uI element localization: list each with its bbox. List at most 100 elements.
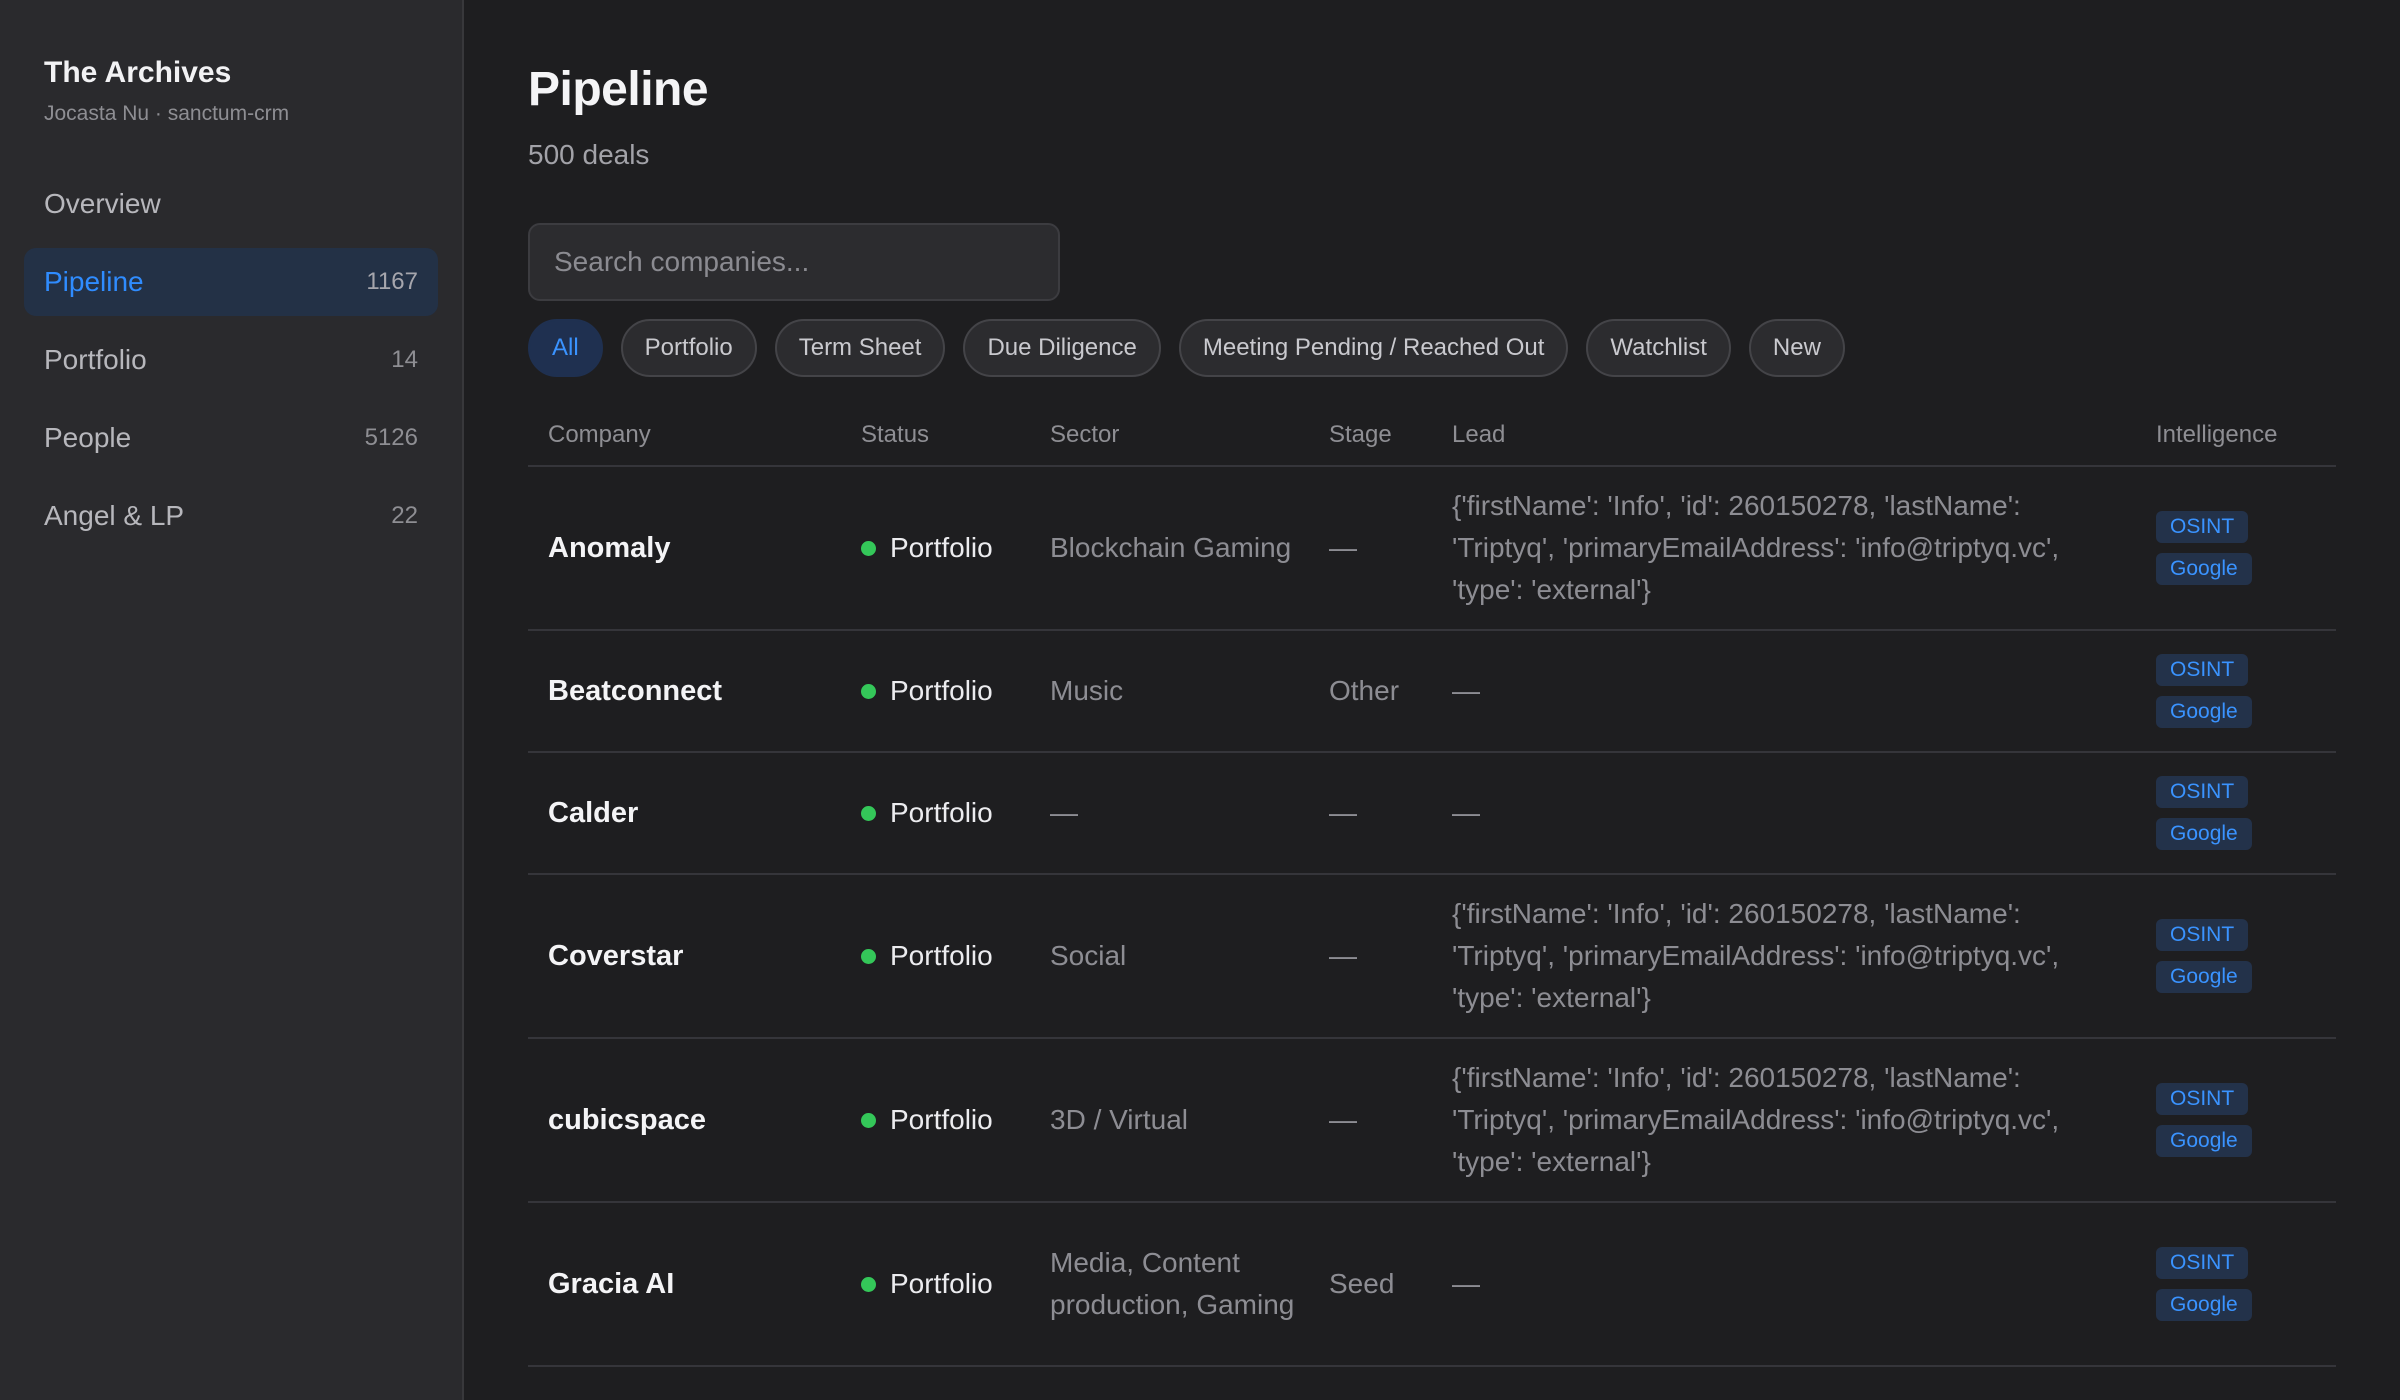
table-row[interactable]: Coverstar Portfolio Social — {'firstName… (528, 875, 2336, 1039)
google-badge[interactable]: Google (2156, 1289, 2252, 1321)
column-header-stage[interactable]: Stage (1329, 421, 1452, 449)
table-row[interactable]: Calder Portfolio — — — OSINT Google (528, 753, 2336, 875)
lead-cell: — (1452, 675, 1480, 706)
column-header-status[interactable]: Status (861, 421, 1050, 449)
table-row[interactable]: Gracia AI Portfolio Media, Content produ… (528, 1203, 2336, 1367)
stage-cell: — (1329, 1104, 1357, 1135)
table-row[interactable]: cubicspace Portfolio 3D / Virtual — {'fi… (528, 1039, 2336, 1203)
status-cell: Portfolio (861, 532, 1050, 564)
column-header-intelligence: Intelligence (2156, 421, 2278, 448)
status-cell: Portfolio (861, 675, 1050, 707)
sidebar-item-label: Portfolio (44, 344, 147, 375)
company-name[interactable]: Calder (528, 797, 861, 830)
filter-chip-new[interactable]: New (1748, 319, 1845, 377)
workspace-subtitle: Jocasta Nu · sanctum-crm (44, 102, 290, 125)
status-cell: Portfolio (861, 797, 1050, 829)
intelligence-cell: OSINT Google (2156, 654, 2336, 728)
filter-chip-all[interactable]: All (528, 319, 603, 377)
main-content: Pipeline 500 deals All Portfolio Term Sh… (464, 0, 2400, 1400)
status-dot-icon (861, 683, 876, 699)
sector-cell: Social (1050, 940, 1127, 971)
status-label: Portfolio (890, 1104, 993, 1135)
status-label: Portfolio (890, 797, 993, 828)
sidebar: The Archives Jocasta Nu · sanctum-crm Ov… (0, 0, 464, 1400)
intelligence-cell: OSINT Google (2156, 511, 2336, 585)
status-cell: Portfolio (861, 940, 1050, 972)
sidebar-item-label: Overview (44, 188, 161, 219)
status-dot-icon (861, 948, 876, 964)
status-dot-icon (861, 1276, 876, 1292)
company-name[interactable]: Gracia AI (528, 1268, 861, 1301)
sector-cell: — (1050, 797, 1078, 828)
app-root: The Archives Jocasta Nu · sanctum-crm Ov… (0, 0, 2400, 1400)
lead-cell: — (1452, 1268, 1480, 1299)
status-label: Portfolio (890, 940, 993, 971)
sector-cell: Media, Content production, Gaming (1050, 1247, 1295, 1320)
sidebar-item-portfolio[interactable]: Portfolio 14 (24, 326, 438, 394)
status-dot-icon (861, 1112, 876, 1128)
filter-chip-due-diligence[interactable]: Due Diligence (963, 319, 1161, 377)
search-input[interactable] (528, 223, 1060, 301)
deal-count: 500 deals (528, 139, 650, 170)
filter-chip-meeting-pending[interactable]: Meeting Pending / Reached Out (1178, 319, 1569, 377)
filter-chip-portfolio[interactable]: Portfolio (620, 319, 757, 377)
status-filter-chips: All Portfolio Term Sheet Due Diligence M… (528, 319, 2336, 377)
sidebar-item-count: 5126 (364, 424, 418, 451)
sidebar-nav: Overview Pipeline 1167 Portfolio 14 Peop… (24, 170, 438, 550)
intelligence-cell: OSINT Google (2156, 1083, 2336, 1157)
sidebar-item-count: 22 (391, 502, 418, 529)
workspace-title: The Archives (44, 56, 232, 89)
lead-cell: {'firstName': 'Info', 'id': 260150278, '… (1452, 490, 2060, 605)
company-name[interactable]: Coverstar (528, 940, 861, 973)
google-badge[interactable]: Google (2156, 818, 2252, 850)
company-name[interactable]: cubicspace (528, 1104, 861, 1137)
google-badge[interactable]: Google (2156, 553, 2252, 585)
sidebar-item-angel-lp[interactable]: Angel & LP 22 (24, 482, 438, 550)
sidebar-item-label: Angel & LP (44, 500, 185, 531)
google-badge[interactable]: Google (2156, 1125, 2252, 1157)
stage-cell: Other (1329, 675, 1400, 706)
column-header-lead[interactable]: Lead (1452, 421, 2156, 449)
sidebar-item-people[interactable]: People 5126 (24, 404, 438, 472)
sidebar-item-overview[interactable]: Overview (24, 170, 438, 238)
osint-badge[interactable]: OSINT (2156, 654, 2249, 686)
google-badge[interactable]: Google (2156, 961, 2252, 993)
page-title: Pipeline (528, 63, 709, 116)
filter-chip-term-sheet[interactable]: Term Sheet (774, 319, 946, 377)
status-cell: Portfolio (861, 1268, 1050, 1300)
stage-cell: — (1329, 532, 1357, 563)
stage-cell: — (1329, 940, 1357, 971)
lead-cell: {'firstName': 'Info', 'id': 260150278, '… (1452, 898, 2060, 1013)
company-name[interactable]: Beatconnect (528, 675, 861, 708)
google-badge[interactable]: Google (2156, 696, 2252, 728)
status-dot-icon (861, 540, 876, 556)
osint-badge[interactable]: OSINT (2156, 511, 2249, 543)
sidebar-item-pipeline[interactable]: Pipeline 1167 (24, 248, 438, 316)
filter-chip-watchlist[interactable]: Watchlist (1586, 319, 1731, 377)
sidebar-item-label: Pipeline (44, 266, 144, 297)
osint-badge[interactable]: OSINT (2156, 776, 2249, 808)
stage-cell: — (1329, 797, 1357, 828)
lead-cell: — (1452, 797, 1480, 828)
status-label: Portfolio (890, 1268, 993, 1299)
intelligence-cell: OSINT Google (2156, 1247, 2336, 1321)
table-row[interactable]: Anomaly Portfolio Blockchain Gaming — {'… (528, 467, 2336, 631)
table-row[interactable]: Beatconnect Portfolio Music Other — OSIN… (528, 631, 2336, 753)
osint-badge[interactable]: OSINT (2156, 1083, 2249, 1115)
table-header: Company Status Sector Stage Lead Intelli… (528, 405, 2336, 467)
intelligence-cell: OSINT Google (2156, 919, 2336, 993)
sector-cell: Blockchain Gaming (1050, 532, 1292, 563)
deals-table: Company Status Sector Stage Lead Intelli… (528, 405, 2336, 1367)
osint-badge[interactable]: OSINT (2156, 1247, 2249, 1279)
osint-badge[interactable]: OSINT (2156, 919, 2249, 951)
sidebar-item-label: People (44, 422, 132, 453)
intelligence-cell: OSINT Google (2156, 776, 2336, 850)
column-header-company[interactable]: Company (528, 421, 861, 449)
company-name[interactable]: Anomaly (528, 532, 861, 565)
sector-cell: Music (1050, 675, 1124, 706)
column-header-sector[interactable]: Sector (1050, 421, 1329, 449)
status-dot-icon (861, 805, 876, 821)
lead-cell: {'firstName': 'Info', 'id': 260150278, '… (1452, 1062, 2060, 1177)
sector-cell: 3D / Virtual (1050, 1104, 1188, 1135)
status-label: Portfolio (890, 532, 993, 563)
